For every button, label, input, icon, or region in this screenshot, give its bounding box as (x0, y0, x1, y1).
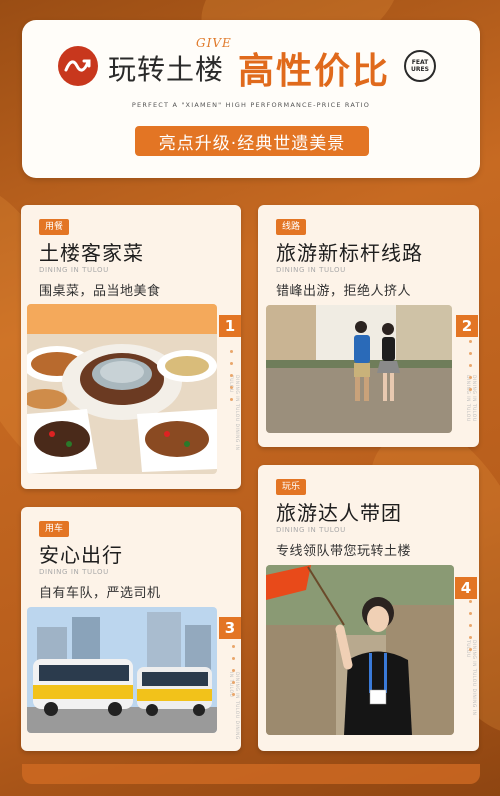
brand-row: GIVE 玩转土楼 高性价比 FEAT URES (58, 36, 448, 92)
brand-title: 玩转土楼 (108, 53, 225, 86)
card-description: 自有车队，严选司机 (39, 586, 161, 601)
brand-logo-icon (58, 46, 98, 86)
travelers-walking-photo (266, 305, 452, 433)
features-badge: FEAT URES (404, 50, 436, 82)
card-title: 安心出行 (39, 543, 123, 567)
coach-bus-fleet-photo (27, 607, 217, 733)
tour-guide-photo (266, 565, 454, 735)
feature-card-route: 线路 旅游新标杆线路 DINING IN TULOU 错峰出游，拒绝人挤人 2 … (258, 205, 479, 447)
card-subtitle-en: DINING IN TULOU (39, 568, 109, 576)
card-tag: 玩乐 (276, 479, 307, 495)
card-subtitle-en: DINING IN TULOU (276, 266, 346, 274)
feature-card-guide: 玩乐 旅游达人带团 DINING IN TULOU 专线领队带您玩转土楼 4 D… (258, 465, 479, 751)
card-number: 1 (219, 315, 241, 337)
decorative-dots (230, 350, 233, 410)
headline-value: 高性价比 (238, 51, 391, 92)
feature-card-transport: 用车 安心出行 DINING IN TULOU 自有车队，严选司机 3 DINI… (21, 507, 241, 751)
decorative-dots (232, 645, 235, 705)
feature-card-dining: 用餐 土楼客家菜 DINING IN TULOU 围桌菜，品当地美食 1 DIN… (21, 205, 241, 489)
card-description: 专线领队带您玩转土楼 (276, 544, 412, 559)
card-tag: 用车 (39, 521, 70, 537)
card-side-text: DINING IN TULOU DINING IN TULOU (228, 375, 239, 451)
card-title: 旅游达人带团 (276, 501, 402, 525)
card-number: 3 (219, 617, 241, 639)
decorative-dots (469, 600, 472, 660)
tagline-english: PERFECT A "XIAMEN" HIGH PERFORMANCE-PRIC… (131, 101, 371, 109)
card-description: 错峰出游，拒绝人挤人 (276, 284, 412, 299)
card-subtitle-en: DINING IN TULOU (39, 266, 109, 274)
card-subtitle-en: DINING IN TULOU (276, 526, 346, 534)
card-title: 土楼客家菜 (39, 241, 144, 265)
card-title: 旅游新标杆线路 (276, 241, 423, 265)
card-number: 4 (455, 577, 477, 599)
card-number: 2 (456, 315, 478, 337)
card-tag: 线路 (276, 219, 307, 235)
decorative-dots (469, 340, 472, 400)
bottom-band (22, 764, 480, 784)
highlight-pill: 亮点升级·经典世遗美景 (135, 126, 369, 156)
card-description: 围桌菜，品当地美食 (39, 284, 161, 299)
hakka-food-photo (27, 304, 217, 474)
card-tag: 用餐 (39, 219, 70, 235)
